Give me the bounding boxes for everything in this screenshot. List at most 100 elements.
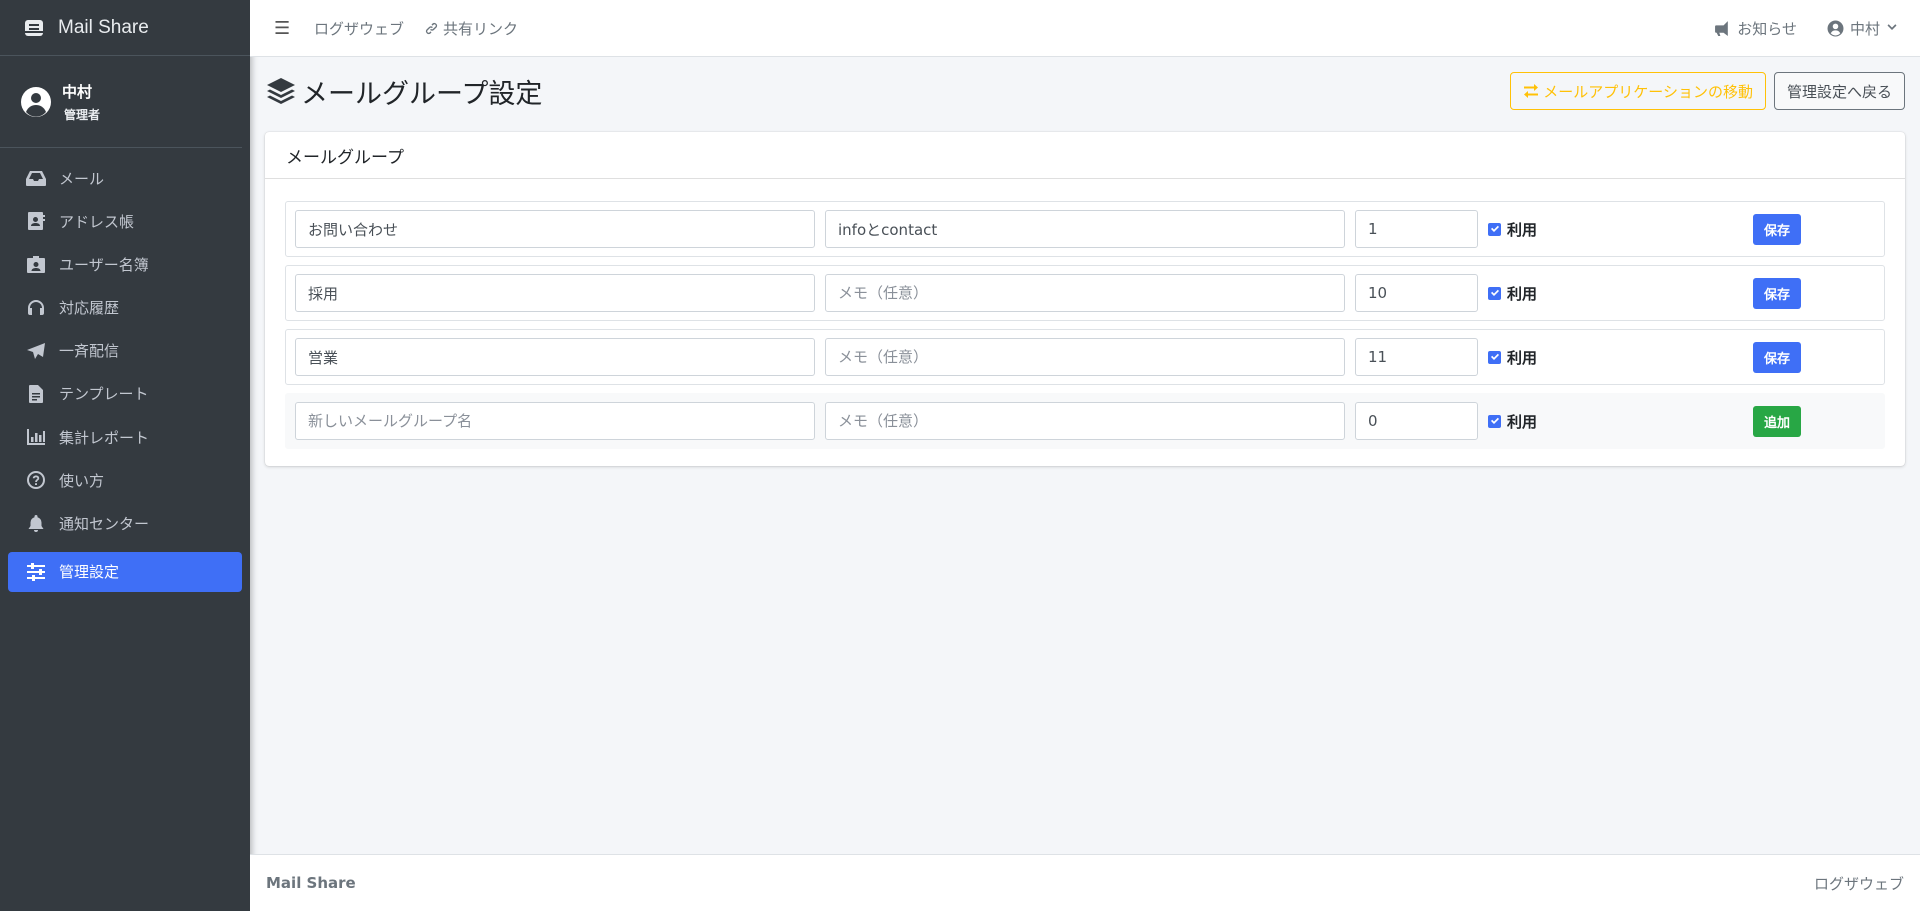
paper-plane-icon: [27, 342, 45, 359]
sidebar-item-notifications[interactable]: 通知センター: [8, 504, 242, 544]
sidebar-item-template[interactable]: テンプレート: [8, 374, 242, 414]
user-role: 管理者: [64, 107, 101, 122]
sidebar-item-label: 一斉配信: [59, 342, 120, 361]
sidebar-item-mail[interactable]: メール: [8, 158, 242, 198]
new-group-memo-input[interactable]: [825, 402, 1345, 440]
sidebar-item-label: 集計レポート: [59, 428, 150, 447]
sidebar-item-label: 通知センター: [59, 515, 150, 533]
sidebar-nav: メール アドレス帳 ユーザー名簿 対応履歴 一斉配信 テンプレート 集計レポート: [0, 158, 250, 592]
sidebar-item-user-list[interactable]: ユーザー名簿: [8, 244, 242, 284]
new-group-order-input[interactable]: [1355, 402, 1478, 440]
move-mail-app-label: メールアプリケーションの移動: [1543, 82, 1753, 101]
save-button[interactable]: 保存: [1753, 213, 1802, 245]
user-menu-label: 中村: [1849, 19, 1880, 38]
chevron-down-icon: [1887, 24, 1897, 30]
sidebar-item-label: 対応履歴: [59, 299, 120, 318]
sidebar: Mail Share 中村 管理者 メール アドレス帳 ユーザー名簿 対応履歴: [0, 0, 250, 911]
layer-group-icon: [267, 78, 295, 104]
link-icon: [425, 22, 438, 34]
shared-link-label: 共有リンク: [443, 19, 519, 38]
checkbox-checked-icon: [1488, 286, 1501, 300]
new-group-row: 利用 追加: [285, 393, 1885, 449]
use-checkbox[interactable]: 利用: [1488, 283, 1753, 304]
header-buttons: メールアプリケーションの移動 管理設定へ戻る: [1510, 72, 1905, 110]
sliders-icon: [27, 562, 45, 581]
use-label: 利用: [1507, 284, 1538, 303]
mail-group-row: 利用 保存: [285, 265, 1885, 321]
sidebar-item-label: 管理設定: [59, 563, 120, 581]
group-name-input[interactable]: [295, 274, 815, 312]
user-menu-dropdown[interactable]: 中村: [1827, 18, 1898, 39]
hamburger-menu-icon[interactable]: ☰: [274, 18, 294, 39]
mail-group-row: 利用 保存: [285, 329, 1885, 385]
card-body: 利用 保存 利用 保存 利用 保存: [265, 179, 1905, 449]
user-circle-icon: [21, 86, 51, 117]
brand-name: Mail Share: [58, 16, 149, 38]
user-panel[interactable]: 中村 管理者: [0, 56, 242, 148]
move-mail-app-button[interactable]: メールアプリケーションの移動: [1510, 72, 1766, 110]
headset-icon: [28, 299, 44, 315]
question-icon: [27, 471, 45, 490]
sidebar-item-label: アドレス帳: [59, 212, 135, 231]
footer-link[interactable]: ログザウェブ: [1814, 873, 1904, 894]
sidebar-item-admin-settings[interactable]: 管理設定: [8, 551, 242, 592]
top-link-shared[interactable]: 共有リンク: [424, 18, 518, 39]
mail-group-card: メールグループ 利用 保存 利用 保存: [265, 132, 1905, 466]
mail-group-row: 利用 保存: [285, 201, 1885, 257]
sidebar-item-report[interactable]: 集計レポート: [8, 417, 242, 457]
inbox-icon: [26, 171, 46, 186]
sidebar-item-broadcast[interactable]: 一斉配信: [8, 331, 242, 371]
footer-brand: Mail Share: [266, 874, 356, 892]
sidebar-item-address-book[interactable]: アドレス帳: [8, 201, 242, 241]
user-name: 中村: [62, 82, 93, 101]
checkbox-checked-icon: [1488, 350, 1501, 364]
back-to-admin-button[interactable]: 管理設定へ戻る: [1773, 72, 1905, 110]
mail-box-icon: [25, 19, 43, 36]
use-label: 利用: [1507, 220, 1538, 239]
sidebar-item-history[interactable]: 対応履歴: [8, 288, 242, 328]
group-memo-input[interactable]: [825, 338, 1345, 376]
group-order-input[interactable]: [1355, 338, 1478, 376]
page-title: メールグループ設定: [265, 72, 542, 111]
group-name-input[interactable]: [295, 338, 815, 376]
megaphone-icon: [1715, 20, 1729, 36]
footer: Mail Share ログザウェブ: [250, 854, 1920, 911]
brand-link[interactable]: Mail Share: [0, 0, 250, 56]
sidebar-item-label: 使い方: [59, 471, 105, 490]
group-order-input[interactable]: [1355, 274, 1478, 312]
sidebar-item-label: テンプレート: [59, 385, 149, 404]
sidebar-item-label: メール: [59, 169, 105, 188]
checkbox-checked-icon: [1488, 414, 1501, 428]
file-icon: [29, 384, 43, 403]
address-book-icon: [28, 212, 45, 231]
page-title-text: メールグループ設定: [301, 78, 543, 110]
use-label: 利用: [1507, 348, 1538, 367]
group-memo-input[interactable]: [825, 274, 1345, 312]
id-badge-icon: [27, 256, 45, 274]
notice-label: お知らせ: [1737, 19, 1797, 38]
content-header: メールグループ設定 メールアプリケーションの移動 管理設定へ戻る: [265, 70, 1905, 112]
top-link-logthe-web[interactable]: ログザウェブ: [314, 18, 404, 39]
use-checkbox[interactable]: 利用: [1488, 219, 1753, 240]
top-right-menu: お知らせ 中村: [1684, 18, 1898, 39]
checkbox-checked-icon: [1488, 222, 1501, 236]
use-checkbox[interactable]: 利用: [1488, 411, 1753, 432]
notice-link[interactable]: お知らせ: [1714, 18, 1797, 39]
top-navbar: ☰ ログザウェブ 共有リンク お知らせ 中村: [250, 0, 1920, 57]
bell-icon: [28, 514, 44, 532]
group-name-input[interactable]: [295, 210, 815, 248]
sidebar-item-label: ユーザー名簿: [59, 255, 149, 274]
card-title: メールグループ: [265, 132, 1905, 179]
group-order-input[interactable]: [1355, 210, 1478, 248]
save-button[interactable]: 保存: [1753, 277, 1802, 309]
exchange-icon: [1524, 84, 1539, 98]
new-group-name-input[interactable]: [295, 402, 815, 440]
sidebar-item-help[interactable]: 使い方: [8, 460, 242, 500]
use-label: 利用: [1507, 412, 1538, 431]
use-checkbox[interactable]: 利用: [1488, 347, 1753, 368]
save-button[interactable]: 保存: [1753, 341, 1802, 373]
group-memo-input[interactable]: [825, 210, 1345, 248]
chart-icon: [27, 429, 45, 446]
user-circle-icon: [1827, 20, 1844, 36]
add-button[interactable]: 追加: [1753, 405, 1802, 437]
